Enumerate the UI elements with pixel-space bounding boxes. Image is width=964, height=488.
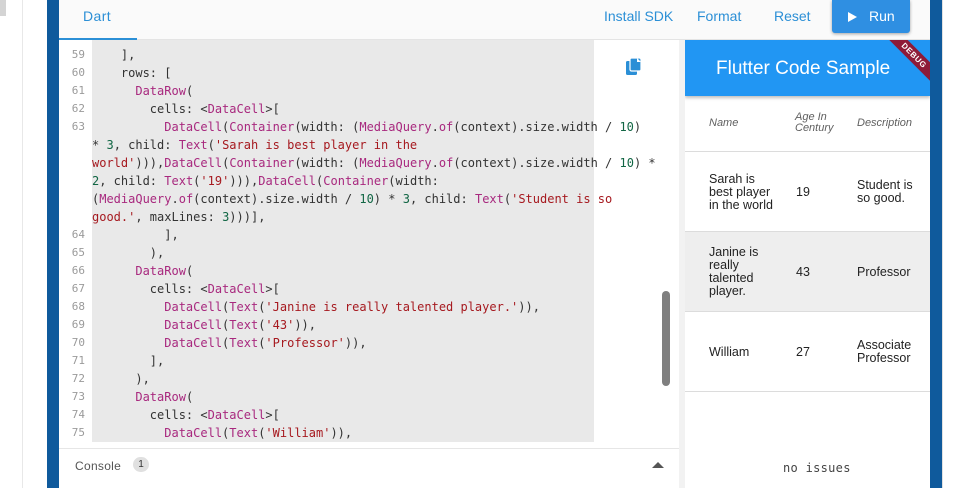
line-number: 72 [71,372,85,385]
cell-age: 43 [796,265,810,279]
cell-age: 19 [796,185,810,199]
code-line: * 3, child: Text('Sarah is best player i… [92,138,418,152]
flutter-preview[interactable]: Flutter Code Sample DEBUG Name Age In Ce… [685,40,930,488]
line-number: 70 [71,336,85,349]
line-number: 68 [71,300,85,313]
line-number: 69 [71,318,85,331]
run-label: Run [869,8,895,24]
code-line: cells: <DataCell>[ [92,408,280,422]
code-line: DataRow( [135,390,194,404]
code-line: ), [92,246,165,260]
code-line: (MediaQuery.of(context).size.width / 10)… [92,192,613,206]
code-line: DataCell(Text('William')), [164,426,353,440]
code-line: DataRow( [135,84,194,98]
install-sdk-button[interactable]: Install SDK [604,0,673,32]
tab-dart-label: Dart [83,8,112,24]
line-number: 60 [71,66,85,79]
cell-description: Professor [857,265,911,279]
line-number: 73 [71,390,85,403]
code-line: good.', maxLines: 3)))], [92,210,266,224]
format-button[interactable]: Format [697,0,741,32]
tab-dart[interactable]: Dart [59,0,137,40]
run-button[interactable]: Run [832,0,910,33]
code-line: rows: [ [92,66,172,80]
data-table: Name Age In Century Description Sarah is… [685,96,930,392]
cell-name: Janine is really talented player. [709,245,759,298]
line-number: 63 [71,120,85,133]
line-number: 61 [71,84,85,97]
table-header: Name Age In Century Description [685,96,930,152]
code-line: cells: <DataCell>[ [92,282,280,296]
code-line: DataCell(Container(width: (MediaQuery.of… [164,120,642,134]
table-row: Sarah is best player in the world 19 Stu… [685,152,930,232]
reset-button[interactable]: Reset [774,0,811,32]
cell-name: William [709,345,750,359]
column-header-name: Name [709,117,739,129]
code-line: cells: <DataCell>[ [92,102,280,116]
code-line: ], [92,48,136,62]
code-line: 2, child: Text('19'))),DataCell(Containe… [92,174,439,188]
cell-description: Associate Professor [857,338,912,365]
line-number: 64 [71,228,85,241]
console-panel[interactable]: Console 1 [59,448,679,488]
line-number: 74 [71,408,85,421]
app-bar: Flutter Code Sample [685,40,930,96]
line-number: 67 [71,282,85,295]
console-count-badge: 1 [133,457,149,472]
play-icon [848,12,857,22]
code-editor[interactable]: 59 60 61 62 63 64 65 66 67 68 69 70 71 7… [59,40,679,442]
line-number: 71 [71,354,85,367]
column-header-description: Description [857,117,913,129]
table-row: William 27 Associate Professor [685,312,930,392]
cell-description: Student is so good. [857,178,913,205]
code-line: DataRow( [135,264,194,278]
line-number: 65 [71,246,85,259]
cell-name: Sarah is best player in the world [709,172,773,212]
analysis-status: no issues [783,461,851,475]
dartpad: Dart Install SDK Format Reset Run 59 60 … [59,0,930,488]
page-scrollbar[interactable] [0,0,6,16]
chevron-up-icon[interactable] [652,462,664,468]
browser-viewport: Dart Install SDK Format Reset Run 59 60 … [0,0,964,488]
page-divider [22,0,23,488]
code-line: DataCell(Text('43')), [164,318,317,332]
line-number: 59 [71,48,85,61]
code-line: world'))),DataCell(Container(width: (Med… [92,156,656,170]
app-title: Flutter Code Sample [716,58,891,79]
code-line: ), [92,372,150,386]
table-row: Janine is really talented player. 43 Pro… [685,232,930,312]
line-number-gutter: 59 60 61 62 63 64 65 66 67 68 69 70 71 7… [59,40,92,442]
console-label: Console [75,459,122,473]
code-line: DataCell(Text('Janine is really talented… [164,300,540,314]
line-number: 75 [71,426,85,439]
code-line: DataCell(Text('Professor')), [164,336,367,350]
copy-icon[interactable] [626,57,642,76]
line-number: 66 [71,264,85,277]
code-line: ], [92,354,165,368]
column-header-age: Age In Century [795,111,834,134]
line-number: 62 [71,102,85,115]
toolbar: Dart Install SDK Format Reset Run [59,0,930,40]
editor-scrollbar[interactable] [662,291,670,386]
page-divider-right [942,0,943,488]
code-line: ], [92,228,179,242]
cell-age: 27 [796,345,810,359]
